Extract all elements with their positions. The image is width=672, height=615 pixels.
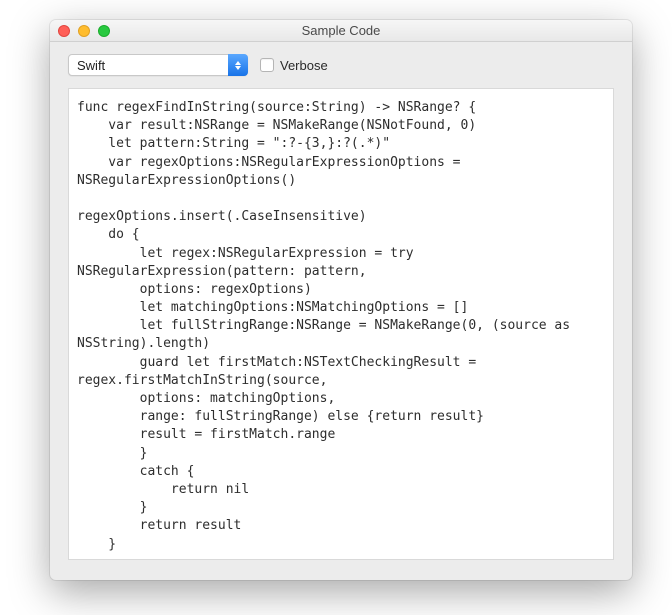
close-button[interactable] <box>58 25 70 37</box>
app-window: Sample Code Swift Verbose func regexFind… <box>50 20 632 580</box>
minimize-button[interactable] <box>78 25 90 37</box>
window-title: Sample Code <box>50 23 632 38</box>
verbose-label: Verbose <box>280 58 328 73</box>
zoom-button[interactable] <box>98 25 110 37</box>
select-stepper-icon <box>228 54 248 76</box>
language-select-value: Swift <box>77 58 105 73</box>
titlebar[interactable]: Sample Code <box>50 20 632 42</box>
verbose-checkbox[interactable] <box>260 58 274 72</box>
window-controls <box>58 25 110 37</box>
verbose-option[interactable]: Verbose <box>260 58 328 73</box>
toolbar: Swift Verbose <box>50 42 632 88</box>
code-content: func regexFindInString(source:String) ->… <box>77 99 605 554</box>
code-viewer[interactable]: func regexFindInString(source:String) ->… <box>68 88 614 560</box>
language-select[interactable]: Swift <box>68 54 248 76</box>
